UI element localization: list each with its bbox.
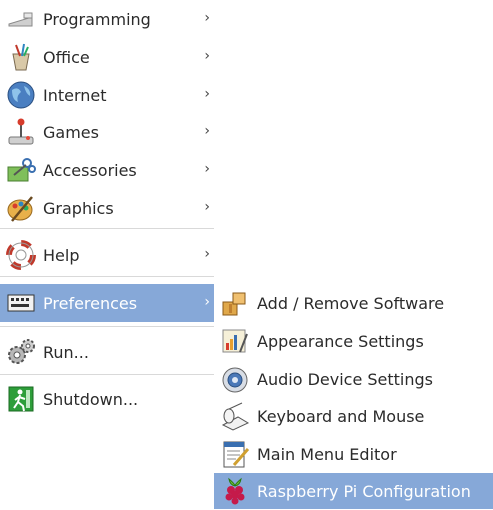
menu-separator: [0, 276, 214, 277]
submenu-item-label: Main Menu Editor: [257, 444, 397, 464]
submenu-item-add-remove-software[interactable]: Add / Remove Software: [214, 285, 493, 321]
menu-editor-icon: [220, 439, 250, 469]
package-icon: [220, 288, 250, 318]
menu-item-preferences[interactable]: Preferences ›: [0, 284, 214, 322]
main-menu: Programming › Office › Internet › Games …: [0, 0, 214, 510]
menu-item-label: Programming: [43, 9, 151, 29]
chevron-right-icon: ›: [204, 123, 210, 139]
menu-item-label: Games: [43, 122, 99, 142]
programming-icon: [6, 4, 36, 34]
menu-item-label: Graphics: [43, 198, 114, 218]
submenu-item-label: Audio Device Settings: [257, 369, 433, 389]
menu-item-label: Help: [43, 245, 80, 265]
menu-item-accessories[interactable]: Accessories ›: [0, 152, 214, 188]
submenu-item-appearance-settings[interactable]: Appearance Settings: [214, 323, 493, 359]
raspberry-icon: [220, 476, 250, 506]
keyboard-mouse-icon: [220, 401, 250, 431]
help-lifebuoy-icon: [6, 240, 36, 270]
chevron-right-icon: ›: [204, 199, 210, 215]
menu-item-games[interactable]: Games ›: [0, 114, 214, 150]
submenu-item-label: Add / Remove Software: [257, 293, 445, 313]
chevron-right-icon: ›: [204, 294, 210, 310]
submenu-item-audio-device-settings[interactable]: Audio Device Settings: [214, 361, 493, 397]
submenu-item-label: Raspberry Pi Configuration: [257, 481, 471, 501]
chevron-right-icon: ›: [204, 10, 210, 26]
chevron-right-icon: ›: [204, 246, 210, 262]
joystick-icon: [6, 117, 36, 147]
menu-item-internet[interactable]: Internet ›: [0, 77, 214, 113]
submenu-item-raspberry-pi-configuration[interactable]: Raspberry Pi Configuration: [214, 473, 493, 509]
menu-item-label: Shutdown...: [43, 389, 139, 409]
preferences-icon: [6, 288, 36, 318]
preferences-submenu: Add / Remove Software Appearance Setting…: [214, 281, 493, 510]
menu-item-shutdown[interactable]: Shutdown...: [0, 381, 214, 417]
accessories-icon: [6, 155, 36, 185]
menu-item-help[interactable]: Help ›: [0, 237, 214, 273]
menu-item-office[interactable]: Office ›: [0, 39, 214, 75]
menu-item-label: Run...: [43, 342, 89, 362]
chevron-right-icon: ›: [204, 48, 210, 64]
menu-item-label: Preferences: [43, 293, 138, 313]
audio-icon: [220, 364, 250, 394]
menu-item-run[interactable]: Run...: [0, 334, 214, 370]
internet-globe-icon: [6, 80, 36, 110]
run-gears-icon: [6, 337, 36, 367]
submenu-item-main-menu-editor[interactable]: Main Menu Editor: [214, 436, 493, 472]
submenu-item-keyboard-and-mouse[interactable]: Keyboard and Mouse: [214, 398, 493, 434]
chevron-right-icon: ›: [204, 86, 210, 102]
shutdown-exit-icon: [6, 384, 36, 414]
menu-item-label: Office: [43, 47, 90, 67]
menu-separator: [0, 326, 214, 327]
menu-item-label: Internet: [43, 85, 107, 105]
submenu-item-label: Keyboard and Mouse: [257, 406, 425, 426]
menu-item-graphics[interactable]: Graphics ›: [0, 190, 214, 226]
appearance-icon: [220, 326, 250, 356]
chevron-right-icon: ›: [204, 161, 210, 177]
submenu-item-label: Appearance Settings: [257, 331, 424, 351]
menu-item-programming[interactable]: Programming ›: [0, 1, 214, 37]
menu-item-label: Accessories: [43, 160, 137, 180]
menu-separator: [0, 374, 214, 375]
office-icon: [6, 42, 36, 72]
menu-separator: [0, 228, 214, 229]
graphics-palette-icon: [6, 193, 36, 223]
